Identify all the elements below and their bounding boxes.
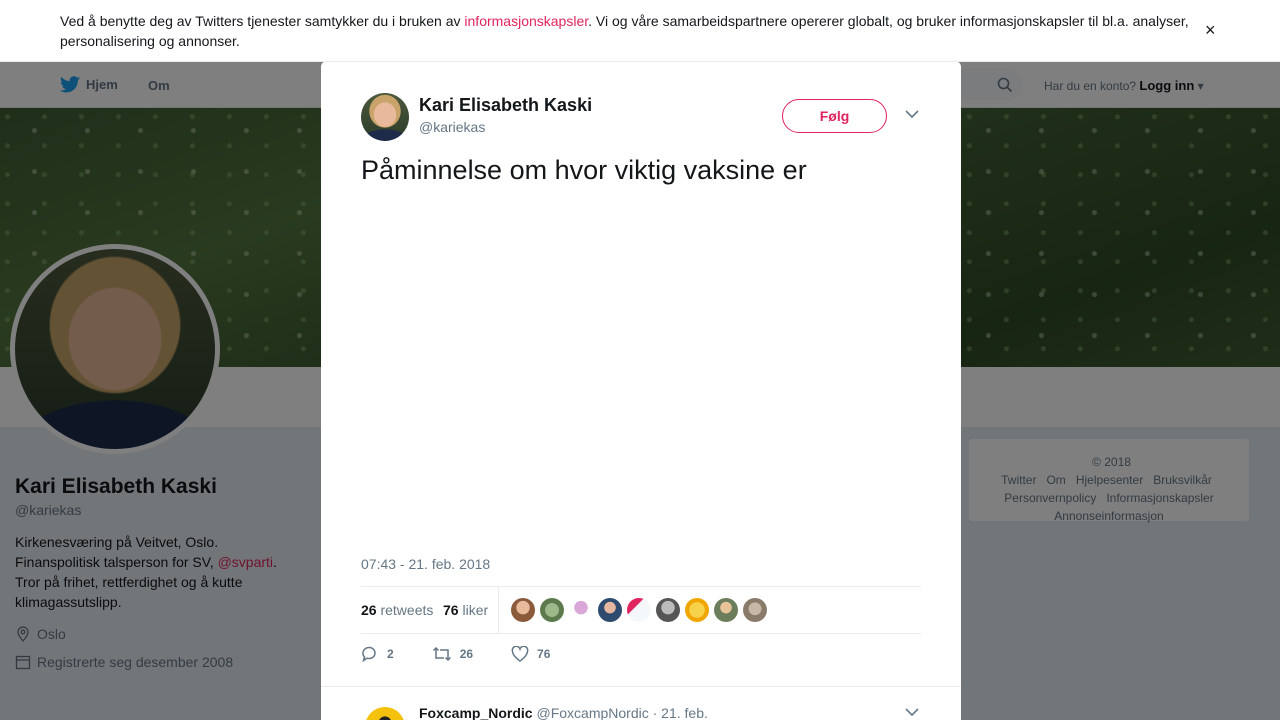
cookie-text: Ved å benytte deg av Twitters tjenester … bbox=[60, 13, 1189, 49]
tweet-author-handle[interactable]: @kariekas bbox=[419, 119, 485, 135]
reply-author: Foxcamp_Nordic @FoxcampNordic · 21. feb. bbox=[419, 705, 708, 720]
liker-avatar[interactable] bbox=[656, 598, 680, 622]
chevron-down-icon[interactable] bbox=[905, 707, 919, 717]
reply-icon bbox=[362, 646, 376, 662]
liker-avatar[interactable] bbox=[627, 598, 651, 622]
cookie-banner: Ved å benytte deg av Twitters tjenester … bbox=[0, 0, 1280, 62]
liker-avatar[interactable] bbox=[714, 598, 738, 622]
heart-icon bbox=[511, 646, 529, 662]
close-icon[interactable]: × bbox=[1205, 20, 1216, 41]
liker-avatar[interactable] bbox=[685, 598, 709, 622]
cookie-link[interactable]: informasjonskapsler bbox=[464, 13, 588, 29]
liker-avatar[interactable] bbox=[540, 598, 564, 622]
reply-tweet[interactable]: Foxcamp_Nordic @FoxcampNordic · 21. feb. bbox=[321, 686, 961, 720]
liker-avatar[interactable] bbox=[743, 598, 767, 622]
follow-button[interactable]: Følg bbox=[782, 99, 887, 133]
retweet-button[interactable]: 26 bbox=[432, 646, 473, 662]
liker-avatar[interactable] bbox=[598, 598, 622, 622]
stats-divider bbox=[498, 587, 499, 634]
likes-stat[interactable]: 76 liker bbox=[443, 602, 488, 618]
retweets-stat[interactable]: 26 retweets bbox=[361, 602, 433, 618]
chevron-down-icon[interactable] bbox=[905, 109, 919, 119]
tweet-text: Påminnelse om hvor viktig vaksine er bbox=[361, 155, 807, 185]
retweet-icon bbox=[432, 646, 451, 662]
tweet-stats: 26 retweets 76 liker bbox=[361, 586, 921, 634]
tweet-timestamp[interactable]: 07:43 - 21. feb. 2018 bbox=[361, 556, 490, 572]
reply-button[interactable]: 2 bbox=[361, 646, 394, 662]
liker-avatar[interactable] bbox=[511, 598, 535, 622]
twitter-page: Ved å benytte deg av Twitters tjenester … bbox=[0, 0, 1280, 720]
tweet-actions: 2 26 76 bbox=[361, 646, 588, 662]
reply-avatar[interactable] bbox=[365, 707, 405, 720]
liker-avatar[interactable] bbox=[569, 598, 593, 622]
liker-avatars bbox=[511, 598, 767, 622]
tweet-author-name[interactable]: Kari Elisabeth Kaski bbox=[419, 95, 592, 116]
tweet-modal: Kari Elisabeth Kaski @kariekas Følg Påmi… bbox=[321, 61, 961, 720]
tweet-author-avatar[interactable] bbox=[361, 93, 409, 141]
like-button[interactable]: 76 bbox=[511, 646, 550, 662]
